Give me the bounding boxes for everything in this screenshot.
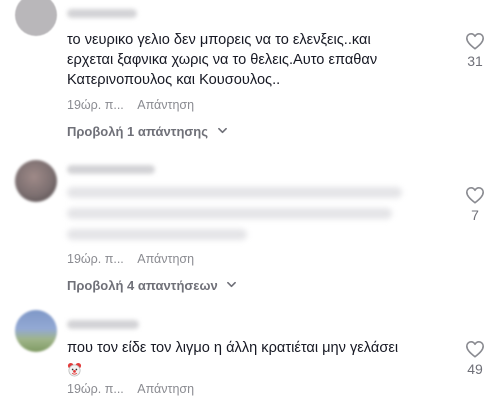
like-count: 31 <box>467 53 483 69</box>
comment-text: που τον είδε τον λιγμο η άλλη κρατιέται … <box>67 340 399 356</box>
heart-icon <box>466 186 484 204</box>
timestamp: 19ώρ. π... <box>67 252 124 266</box>
view-replies-button[interactable]: Προβολή 1 απάντησης <box>67 124 227 139</box>
comment-meta: 19ώρ. π... Απάντηση <box>67 252 194 266</box>
comment-text-blurred <box>67 229 247 240</box>
avatar[interactable] <box>15 310 57 352</box>
username-blurred[interactable] <box>67 320 139 329</box>
comment-text: το νευρικο γελιο δεν μπορεις να το ελενξ… <box>67 32 378 88</box>
username-blurred[interactable] <box>67 165 155 174</box>
like-button[interactable]: 7 <box>462 186 488 223</box>
like-count: 7 <box>471 207 479 223</box>
chevron-down-icon <box>217 127 227 134</box>
comment-2: 19ώρ. π... Απάντηση Προβολή 4 απαντήσεων… <box>0 150 503 300</box>
avatar[interactable] <box>15 160 57 202</box>
timestamp: 19ώρ. π... <box>67 382 124 396</box>
username-blurred[interactable] <box>67 9 137 18</box>
like-button[interactable]: 31 <box>462 32 488 69</box>
clown-face-icon <box>67 362 82 377</box>
like-button[interactable]: 49 <box>462 340 488 377</box>
avatar[interactable] <box>15 0 57 36</box>
timestamp: 19ώρ. π... <box>67 98 124 112</box>
reply-button[interactable]: Απάντηση <box>137 252 194 266</box>
comment-1: το νευρικο γελιο δεν μπορεις να το ελενξ… <box>0 0 503 150</box>
comment-meta: 19ώρ. π... Απάντηση <box>67 98 194 112</box>
heart-icon <box>466 32 484 50</box>
view-replies-button[interactable]: Προβολή 4 απαντήσεων <box>67 278 237 293</box>
comment-3: που τον είδε τον λιγμο η άλλη κρατιέται … <box>0 300 503 404</box>
heart-icon <box>466 340 484 358</box>
comment-text-blurred <box>67 187 402 198</box>
comment-meta: 19ώρ. π... Απάντηση <box>67 382 194 396</box>
reply-button[interactable]: Απάντηση <box>137 98 194 112</box>
reply-button[interactable]: Απάντηση <box>137 382 194 396</box>
chevron-down-icon <box>227 281 237 288</box>
comment-text-blurred <box>67 208 392 219</box>
like-count: 49 <box>467 361 483 377</box>
